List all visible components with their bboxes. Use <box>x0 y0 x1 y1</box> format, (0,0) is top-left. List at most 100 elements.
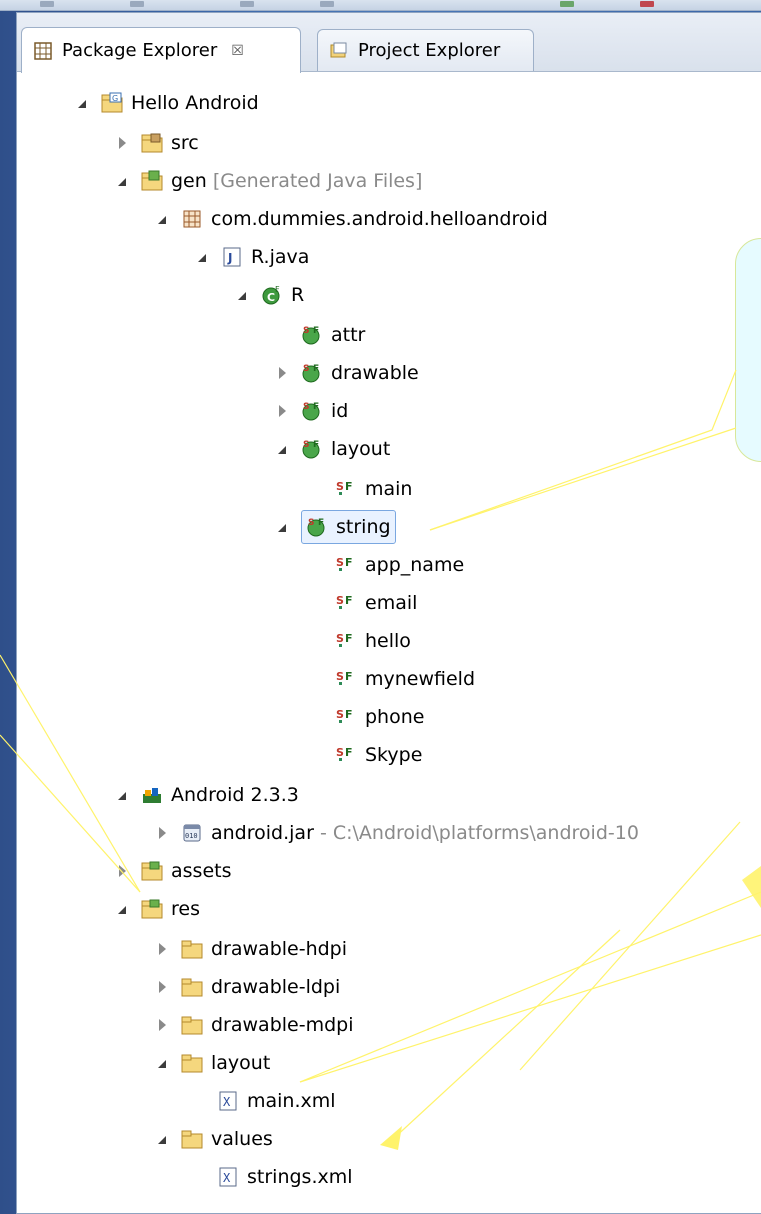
tree-item-src[interactable]: src <box>113 125 199 161</box>
tab-project-explorer[interactable]: Project Explorer <box>317 29 534 71</box>
tree-item-res-layout[interactable]: layout <box>153 1045 270 1081</box>
toolbar-icon[interactable] <box>40 1 54 7</box>
expand-toggle[interactable] <box>273 364 291 382</box>
tree-item-gen[interactable]: gen [Generated Java Files] <box>113 163 422 199</box>
static-class-icon: SF <box>301 362 323 384</box>
project-icon: G <box>101 92 123 114</box>
tree-item-res[interactable]: res <box>113 891 200 927</box>
toolbar-icon[interactable] <box>240 1 254 7</box>
static-field-icon: SF <box>335 554 357 576</box>
expand-toggle[interactable] <box>233 286 251 304</box>
svg-text:S: S <box>308 518 314 528</box>
expand-toggle[interactable] <box>73 94 91 112</box>
expand-toggle[interactable] <box>113 172 131 190</box>
expand-toggle[interactable] <box>273 518 291 536</box>
tree-item-layout[interactable]: SF layout <box>273 431 390 467</box>
expand-toggle[interactable] <box>273 402 291 420</box>
tree-label: R.java <box>251 246 310 268</box>
tree-label: layout <box>331 438 391 460</box>
svg-text:F: F <box>345 632 353 645</box>
tree-item-string-field[interactable]: SF app_name <box>335 547 464 583</box>
close-icon[interactable]: ☒ <box>231 43 244 59</box>
svg-text:F: F <box>313 440 319 450</box>
expand-toggle[interactable] <box>113 862 131 880</box>
svg-text:S: S <box>303 326 309 336</box>
annotation-bubble <box>735 238 761 462</box>
svg-text:S: S <box>303 402 309 412</box>
tree-label: Skype <box>365 744 423 766</box>
package-tree: G Hello Android src gen [Generated Java … <box>17 71 761 1213</box>
tree-item-string-field[interactable]: SF phone <box>335 699 424 735</box>
expand-toggle[interactable] <box>153 978 171 996</box>
tab-package-explorer[interactable]: Package Explorer ☒ <box>21 27 301 73</box>
expand-toggle[interactable] <box>153 940 171 958</box>
expand-toggle[interactable] <box>113 900 131 918</box>
svg-text:S: S <box>336 708 344 721</box>
tree-item-string-field[interactable]: SF mynewfield <box>335 661 475 697</box>
selected-tree-item[interactable]: SF string <box>301 510 396 544</box>
tree-item-drawable-ldpi[interactable]: drawable-ldpi <box>153 969 340 1005</box>
expand-toggle[interactable] <box>273 440 291 458</box>
expand-toggle[interactable] <box>113 786 131 804</box>
expand-toggle[interactable] <box>153 1054 171 1072</box>
tree-label: com.dummies.android.helloandroid <box>211 208 548 230</box>
tree-item-main-xml[interactable]: X main.xml <box>217 1083 336 1119</box>
tree-item-string-field[interactable]: SF hello <box>335 623 411 659</box>
tree-item-assets[interactable]: assets <box>113 853 231 889</box>
expand-toggle[interactable] <box>153 210 171 228</box>
folder-icon <box>181 1052 203 1074</box>
toolbar-icon[interactable] <box>320 1 334 7</box>
svg-text:F: F <box>345 480 353 493</box>
tree-item-drawable-mdpi[interactable]: drawable-mdpi <box>153 1007 354 1043</box>
tree-item-attr[interactable]: SF attr <box>301 317 365 353</box>
tree-label: drawable <box>331 362 419 384</box>
toolbar-icon[interactable] <box>560 1 574 7</box>
static-class-icon: SF <box>301 438 323 460</box>
expand-toggle[interactable] <box>153 1130 171 1148</box>
tree-label: src <box>171 132 199 154</box>
expand-toggle[interactable] <box>153 1016 171 1034</box>
svg-text:G: G <box>112 94 118 103</box>
expand-toggle[interactable] <box>113 134 131 152</box>
tree-item-drawable[interactable]: SF drawable <box>273 355 419 391</box>
tree-label: assets <box>171 860 232 882</box>
tab-project-explorer-label: Project Explorer <box>358 40 501 61</box>
tree-item-rjava[interactable]: J R.java <box>193 239 309 275</box>
tree-label: drawable-ldpi <box>211 976 341 998</box>
svg-text:S: S <box>336 594 344 607</box>
tree-label-path: - C:\Android\platforms\android-10 <box>319 822 639 844</box>
tree-item-r-class[interactable]: CF R <box>233 277 304 313</box>
tree-item-id[interactable]: SF id <box>273 393 348 429</box>
tree-item-drawable-hdpi[interactable]: drawable-hdpi <box>153 931 347 967</box>
tree-label: string <box>336 516 391 538</box>
java-file-icon: J <box>221 246 243 268</box>
library-icon <box>141 784 163 806</box>
tree-label: layout <box>211 1052 271 1074</box>
toolbar-icon[interactable] <box>130 1 144 7</box>
toolbar-icon[interactable] <box>640 1 654 7</box>
tree-item-android-library[interactable]: Android 2.3.3 <box>113 777 299 813</box>
static-field-icon: SF <box>335 630 357 652</box>
static-class-icon: SF <box>306 516 328 538</box>
tree-item-values[interactable]: values <box>153 1121 273 1157</box>
tree-item-main-field[interactable]: SF main <box>335 471 412 507</box>
tree-item-string-field[interactable]: SF Skype <box>335 737 422 773</box>
svg-text:010: 010 <box>185 832 198 840</box>
svg-text:F: F <box>275 285 280 294</box>
tree-label: drawable-hdpi <box>211 938 348 960</box>
tree-item-string[interactable]: SF string <box>273 509 396 545</box>
tree-label: gen <box>171 170 207 192</box>
tree-item-package[interactable]: com.dummies.android.helloandroid <box>153 201 548 237</box>
expand-toggle[interactable] <box>153 824 171 842</box>
package-explorer-icon <box>34 41 52 60</box>
tree-item-strings-xml[interactable]: X strings.xml <box>217 1159 353 1195</box>
tree-item-project[interactable]: G Hello Android <box>73 85 259 121</box>
static-class-icon: SF <box>301 324 323 346</box>
package-icon <box>181 208 203 230</box>
static-field-icon: SF <box>335 668 357 690</box>
tree-item-android-jar[interactable]: 010 android.jar - C:\Android\platforms\a… <box>153 815 639 851</box>
expand-toggle[interactable] <box>193 248 211 266</box>
tree-item-string-field[interactable]: SF email <box>335 585 417 621</box>
tree-label: Android 2.3.3 <box>171 784 299 806</box>
svg-text:S: S <box>336 746 344 759</box>
